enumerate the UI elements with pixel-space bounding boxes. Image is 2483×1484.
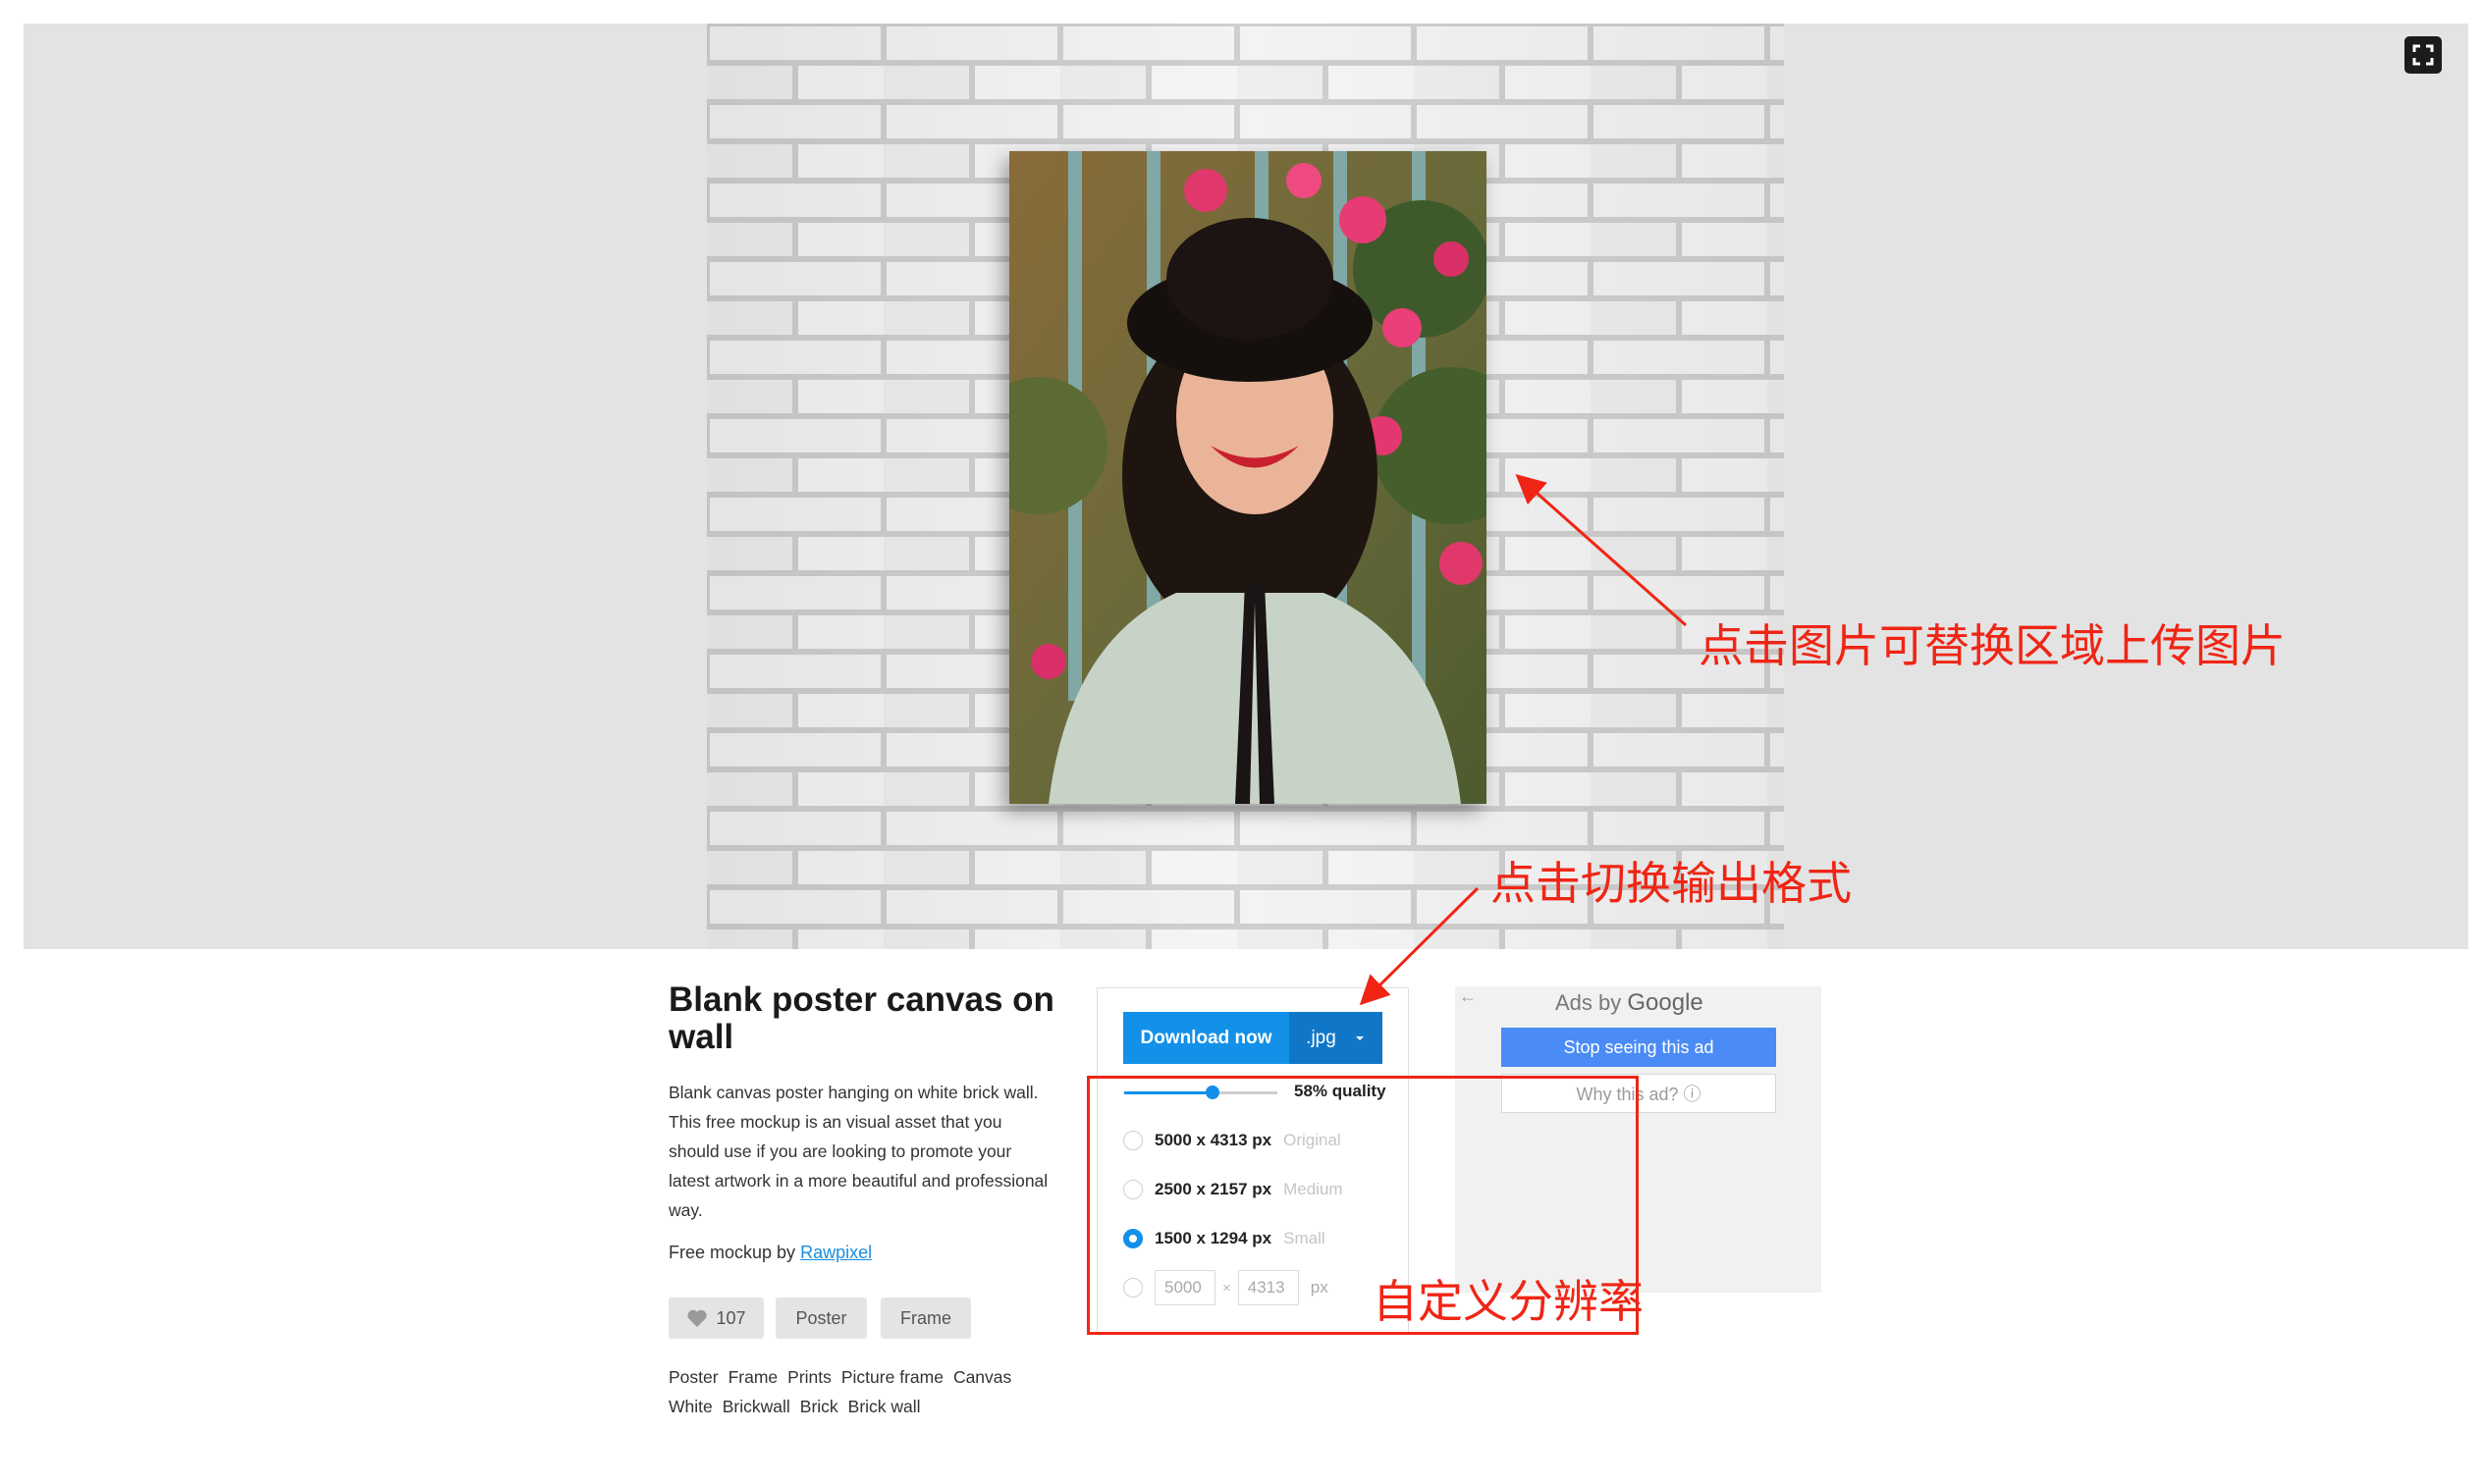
download-button[interactable]: Download now [1123,1012,1289,1064]
annotation-switch-format: 点击切换输出格式 [1490,857,1852,910]
tag-link[interactable]: Picture frame [841,1367,944,1387]
author-link[interactable]: Rawpixel [800,1243,872,1262]
description: Blank canvas poster hanging on white bri… [669,1083,1049,1220]
format-label: .jpg [1306,1027,1336,1048]
credit-prefix: Free mockup by [669,1243,796,1262]
back-arrow-icon[interactable]: ← [1459,986,1477,1007]
tag-link[interactable]: White [669,1397,713,1416]
annotation-replace-image: 点击图片可替换区域上传图片 [1699,619,2286,672]
annotation-custom-resolution: 自定义分辨率 [1373,1275,1644,1328]
fullscreen-icon [2412,44,2434,66]
tag-list: Poster Frame Prints Picture frame Canvas Whit… [669,1362,1061,1421]
format-dropdown[interactable]: .jpg [1289,1012,1382,1064]
tag-link[interactable]: Brick wall [848,1397,921,1416]
tag-link[interactable]: Brickwall [723,1397,790,1416]
page-title: Blank poster canvas on wall [669,980,1054,1056]
caret-down-icon [1355,1035,1364,1040]
stop-seeing-ad-button[interactable]: Stop seeing this ad [1501,1028,1776,1067]
tag-link[interactable]: Poster [669,1367,719,1387]
tag-link[interactable]: Canvas [953,1367,1011,1387]
tag-button-poster[interactable]: Poster [776,1298,867,1339]
tag-link[interactable]: Brick [800,1397,838,1416]
heart-icon [687,1309,708,1328]
tag-link[interactable]: Prints [787,1367,832,1387]
ads-by-google: Ads by Google [1555,989,1703,1017]
replaceable-poster-image[interactable] [970,151,1530,804]
tag-link[interactable]: Frame [729,1367,779,1387]
like-count: 107 [716,1307,746,1328]
fullscreen-button[interactable] [2404,36,2442,74]
credit-line: Free mockup by Rawpixel [669,1243,872,1263]
ads-by-label: Ads by [1555,990,1622,1015]
like-button[interactable]: 107 [669,1298,764,1339]
tag-button-frame[interactable]: Frame [881,1298,971,1339]
google-logo: Google [1627,989,1703,1016]
